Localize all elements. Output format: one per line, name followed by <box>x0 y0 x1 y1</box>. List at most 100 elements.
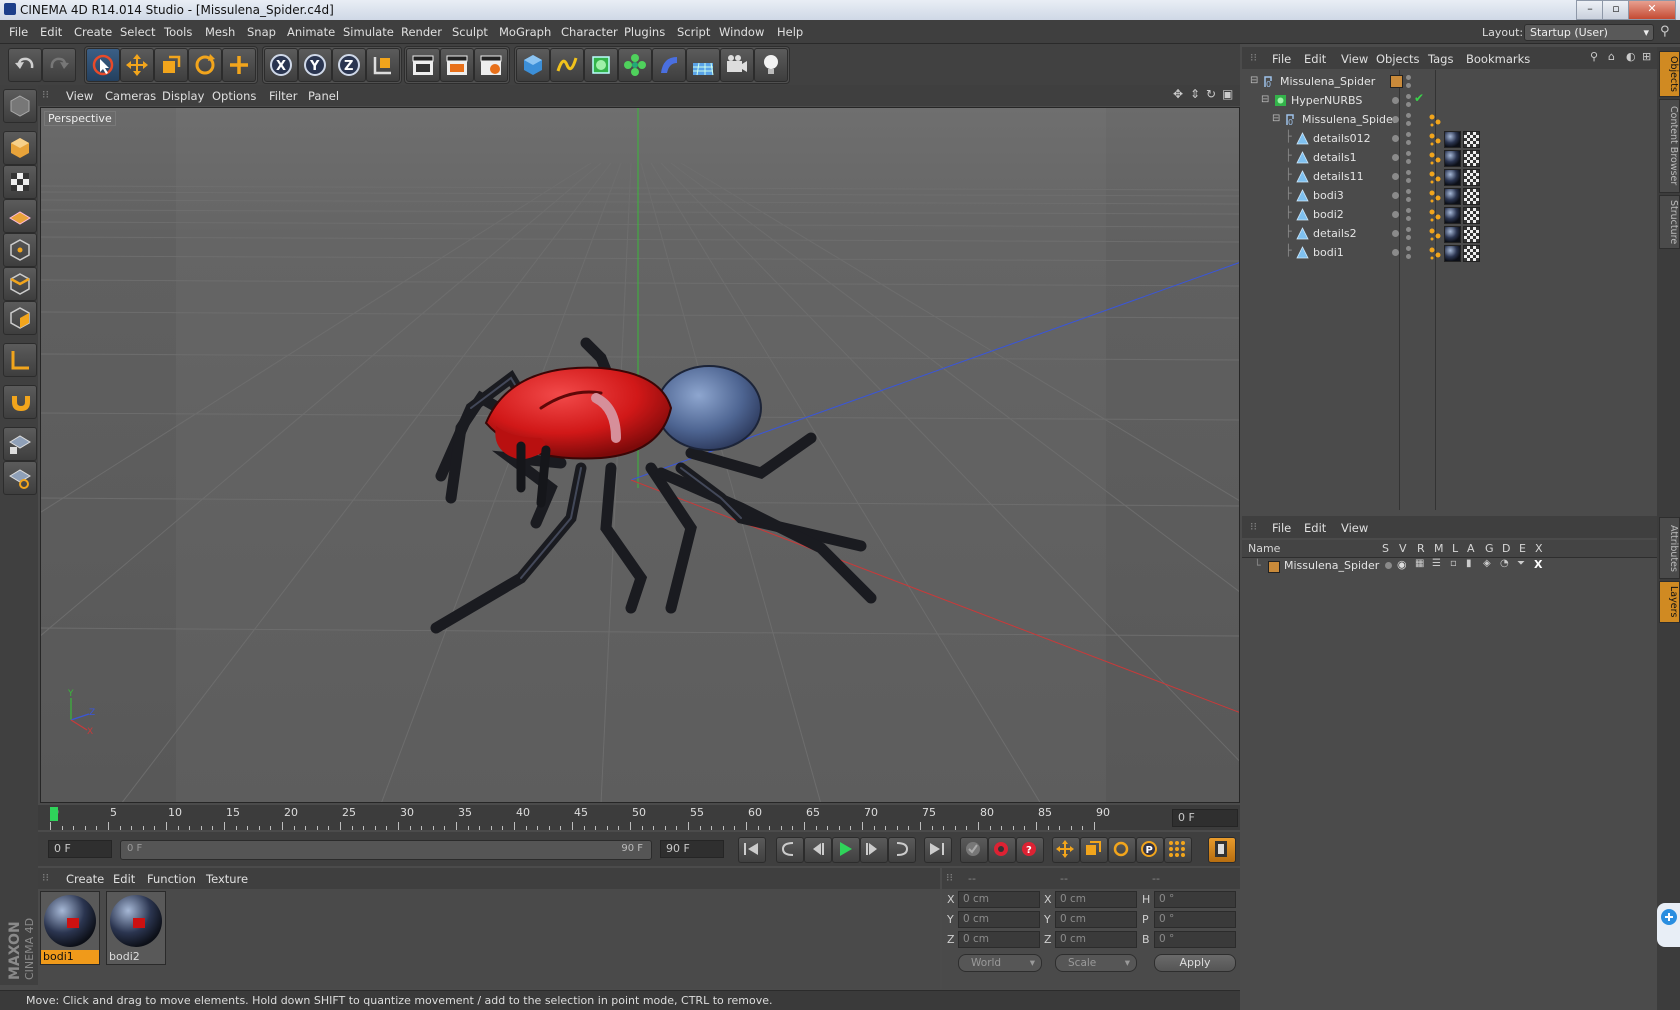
end-frame-field[interactable]: 90 F <box>660 840 724 858</box>
material-tag-icon[interactable] <box>1444 226 1461 243</box>
new-window-icon[interactable]: ⊞ <box>1642 50 1651 63</box>
move-tool-button[interactable] <box>120 48 154 82</box>
material-tag-icon[interactable] <box>1444 188 1461 205</box>
xref-icon[interactable]: X <box>1534 558 1542 571</box>
object-menu-edit[interactable]: Edit <box>1304 52 1326 66</box>
render-visibility-dot[interactable] <box>1406 170 1411 175</box>
material-tag-icon[interactable] <box>1444 131 1461 148</box>
object-row[interactable]: ├ bodi1 <box>1242 243 1657 263</box>
column-view[interactable]: V <box>1399 542 1407 555</box>
editor-visibility-dot[interactable] <box>1392 249 1399 256</box>
column-generators[interactable]: G <box>1485 542 1494 555</box>
editor-visibility-dot[interactable] <box>1392 154 1399 161</box>
menu-character[interactable]: Character <box>561 25 618 39</box>
object-row[interactable]: ├ details11 <box>1242 167 1657 187</box>
phong-tag-icon[interactable] <box>1428 170 1442 184</box>
frame-range-slider[interactable]: 0 F 90 F <box>120 840 652 860</box>
generator-icon[interactable]: ◈ <box>1483 558 1491 569</box>
subdivision-button[interactable] <box>584 48 618 82</box>
uvw-tag-icon[interactable] <box>1463 207 1480 224</box>
material-tag-icon[interactable] <box>1444 207 1461 224</box>
menu-mograph[interactable]: MoGraph <box>499 25 551 39</box>
material-menu-create[interactable]: Create <box>66 872 104 886</box>
pan-view-icon[interactable]: ✥ <box>1173 87 1183 101</box>
object-row[interactable]: ├ details012 <box>1242 129 1657 149</box>
material-swatch[interactable]: bodi1 <box>40 891 100 965</box>
material-tag-icon[interactable] <box>1444 150 1461 167</box>
timeline-ruler[interactable]: 051015202530354045505560657075808590 0 F <box>38 805 1240 830</box>
redo-button[interactable] <box>42 48 76 82</box>
column-manager[interactable]: M <box>1434 542 1444 555</box>
tab-layers[interactable]: Layers <box>1659 581 1680 623</box>
render-visibility-dot[interactable] <box>1406 227 1411 232</box>
collapse-toggle-icon[interactable]: ⊟ <box>1272 113 1280 124</box>
viewport-menu-panel[interactable]: Panel <box>308 89 339 103</box>
playhead-marker[interactable] <box>50 807 58 821</box>
autokey-button[interactable] <box>988 837 1016 863</box>
model-mode-button[interactable] <box>3 131 37 165</box>
cube-button[interactable] <box>516 48 550 82</box>
render-visibility-dot[interactable] <box>1406 102 1411 107</box>
tab-attributes[interactable]: Attributes <box>1659 517 1680 579</box>
goto-end-button[interactable] <box>924 837 952 863</box>
uvw-tag-icon[interactable] <box>1463 188 1480 205</box>
menu-select[interactable]: Select <box>120 25 155 39</box>
editor-visibility-dot[interactable] <box>1392 135 1399 142</box>
keyframe-selection-button[interactable]: ? <box>1016 837 1044 863</box>
render-visibility-dot[interactable] <box>1406 121 1411 126</box>
render-visibility-dot[interactable] <box>1406 159 1411 164</box>
record-active-button[interactable] <box>960 837 988 863</box>
object-name[interactable]: details1 <box>1313 151 1357 164</box>
render-visibility-dot[interactable] <box>1406 216 1411 221</box>
points-mode-button[interactable] <box>3 233 37 267</box>
phong-tag-icon[interactable] <box>1428 132 1442 146</box>
column-locked[interactable]: L <box>1452 542 1458 555</box>
uvw-tag-icon[interactable] <box>1463 169 1480 186</box>
menu-render[interactable]: Render <box>401 25 442 39</box>
deformer-icon[interactable]: ◔ <box>1500 558 1509 569</box>
object-menu-file[interactable]: File <box>1272 52 1291 66</box>
record-position-button[interactable] <box>1052 837 1080 863</box>
layer-menu-view[interactable]: View <box>1341 521 1368 535</box>
edges-mode-button[interactable] <box>3 267 37 301</box>
object-row[interactable]: ⊟ HyperNURBS ✔ <box>1242 91 1657 111</box>
lock-icon[interactable]: ◐ <box>1626 50 1636 63</box>
material-tag-icon[interactable] <box>1444 169 1461 186</box>
make-editable-button[interactable] <box>3 89 37 123</box>
zoom-view-icon[interactable]: ⇕ <box>1190 87 1200 101</box>
phong-tag-icon[interactable] <box>1428 151 1442 165</box>
maximize-view-icon[interactable]: ▣ <box>1222 87 1233 101</box>
close-button[interactable]: ✕ <box>1628 0 1676 20</box>
object-row[interactable]: ├ details1 <box>1242 148 1657 168</box>
editor-visibility-dot[interactable] <box>1392 173 1399 180</box>
material-menu-edit[interactable]: Edit <box>113 872 135 886</box>
light-button[interactable] <box>754 48 788 82</box>
render-visibility-dot[interactable] <box>1406 189 1411 194</box>
rotate-tool-button[interactable] <box>188 48 222 82</box>
uvw-tag-icon[interactable] <box>1463 226 1480 243</box>
locked-workplane-button[interactable] <box>3 427 37 461</box>
object-name[interactable]: HyperNURBS <box>1291 94 1362 107</box>
render-visibility-dot[interactable] <box>1406 178 1411 183</box>
previous-key-button[interactable] <box>776 837 804 863</box>
column-expressions[interactable]: E <box>1519 542 1526 555</box>
render-visibility-dot[interactable] <box>1406 83 1411 88</box>
object-menu-view[interactable]: View <box>1341 52 1368 66</box>
maximize-button[interactable]: ▫ <box>1602 0 1630 20</box>
coordinate-space-dropdown[interactable]: World ▾ <box>958 954 1042 972</box>
material-tag-icon[interactable] <box>1444 245 1461 262</box>
layer-color-swatch[interactable] <box>1390 75 1403 88</box>
array-button[interactable] <box>618 48 652 82</box>
texture-mode-button[interactable] <box>3 165 37 199</box>
object-menu-bookmarks[interactable]: Bookmarks <box>1466 52 1530 66</box>
layout-dropdown[interactable]: Startup (User) ▾ <box>1524 24 1654 41</box>
menu-mesh[interactable]: Mesh <box>205 25 235 39</box>
viewport-menu-filter[interactable]: Filter <box>269 89 297 103</box>
rotation-b-field[interactable]: 0 ° <box>1154 931 1236 948</box>
goto-start-button[interactable] <box>738 837 766 863</box>
size-y-field[interactable]: 0 cm <box>1055 911 1137 928</box>
uvw-tag-icon[interactable] <box>1463 245 1480 262</box>
object-name[interactable]: bodi3 <box>1313 189 1344 202</box>
minimize-button[interactable]: – <box>1576 0 1604 20</box>
render-picture-viewer-button[interactable] <box>440 48 474 82</box>
